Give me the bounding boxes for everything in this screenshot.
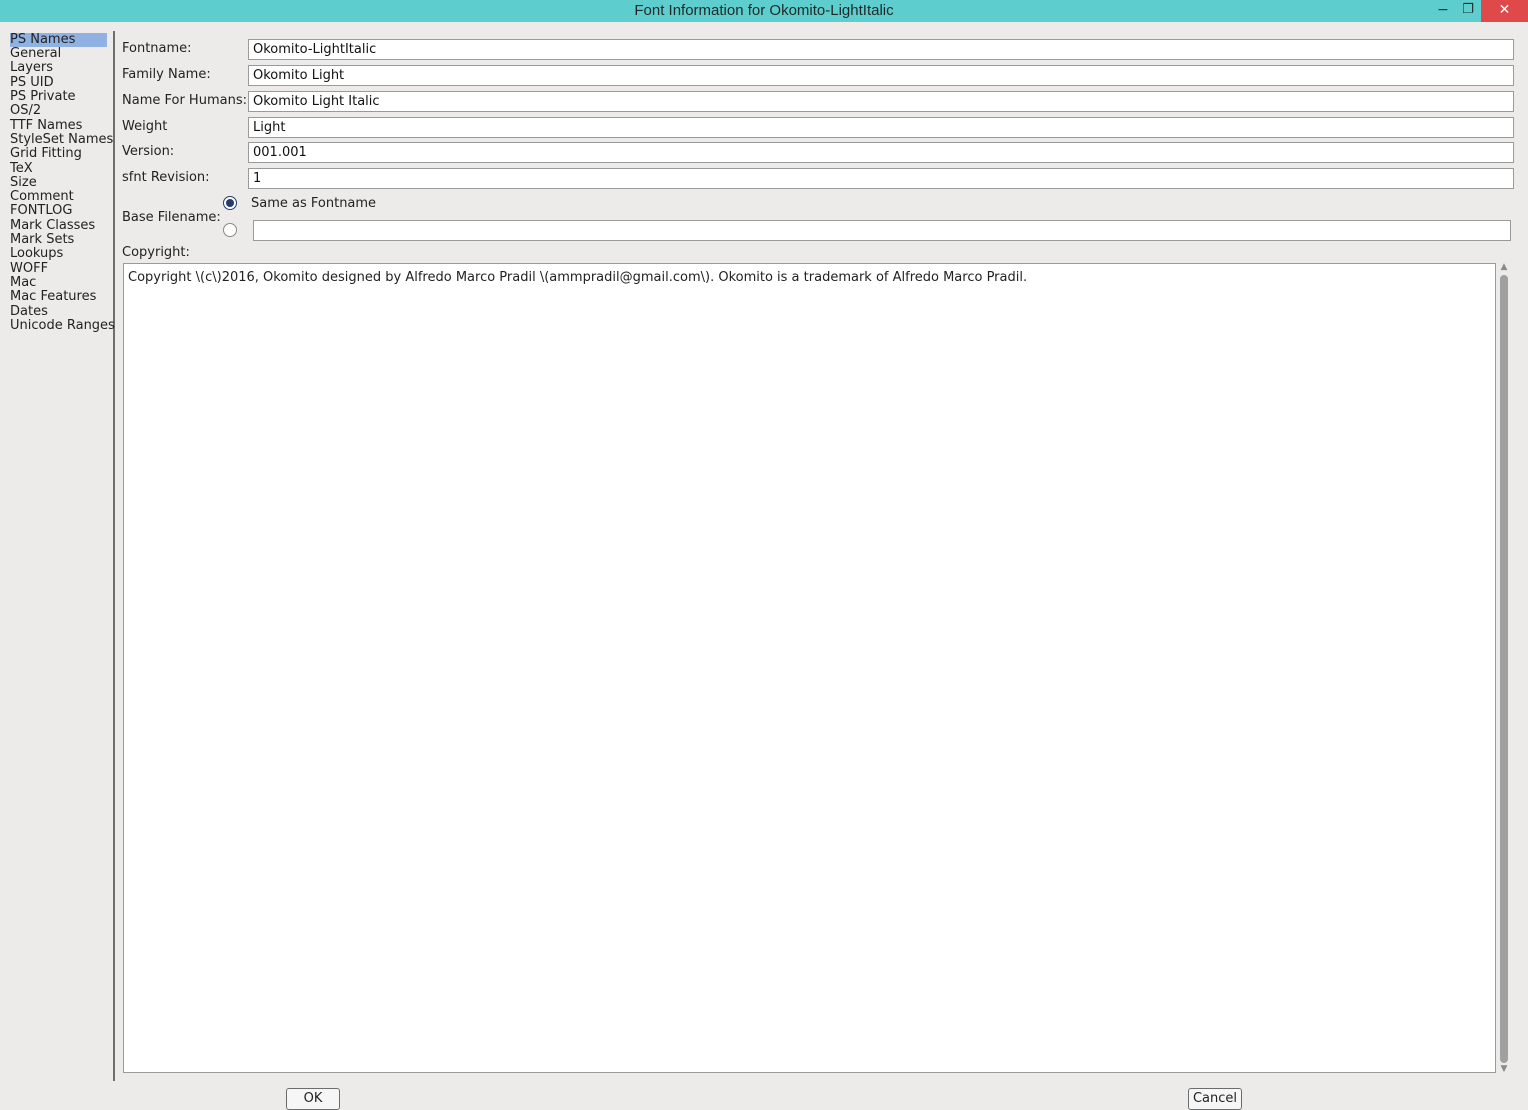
cancel-button[interactable]: Cancel bbox=[1188, 1088, 1242, 1110]
sidebar-item-styleset-names[interactable]: StyleSet Names bbox=[10, 133, 113, 147]
sidebar-item-comment[interactable]: Comment bbox=[10, 190, 107, 204]
sidebar-item-dates[interactable]: Dates bbox=[10, 305, 107, 319]
window-title: Font Information for Okomito-LightItalic bbox=[634, 2, 894, 19]
sidebar-item-lookups[interactable]: Lookups bbox=[10, 247, 107, 261]
fontname-field[interactable]: Okomito-LightItalic bbox=[248, 39, 1514, 60]
sidebar-item-mac-features[interactable]: Mac Features bbox=[10, 290, 107, 304]
sidebar-item-ps-private[interactable]: PS Private bbox=[10, 90, 107, 104]
weight-field[interactable]: Light bbox=[248, 117, 1514, 138]
base-same-as-fontname-radio[interactable] bbox=[223, 196, 237, 210]
base-filename-field[interactable] bbox=[253, 220, 1511, 241]
base-filename-label: Base Filename: bbox=[122, 210, 221, 225]
scroll-up-icon[interactable]: ▲ bbox=[1499, 263, 1509, 272]
scroll-thumb[interactable] bbox=[1500, 275, 1508, 1063]
base-custom-radio[interactable] bbox=[223, 223, 237, 237]
copyright-label: Copyright: bbox=[122, 245, 190, 260]
title-bar: Font Information for Okomito-LightItalic… bbox=[0, 0, 1528, 22]
sidebar-item-fontlog[interactable]: FONTLOG bbox=[10, 204, 107, 218]
sfnt-revision-field[interactable]: 1 bbox=[248, 168, 1514, 189]
family-name-label: Family Name: bbox=[122, 67, 211, 82]
name-for-humans-field[interactable]: Okomito Light Italic bbox=[248, 91, 1514, 112]
category-list: PS Names General Layers PS UID PS Privat… bbox=[0, 31, 115, 1081]
restore-icon[interactable]: ❐ bbox=[1455, 0, 1481, 22]
sidebar-item-general[interactable]: General bbox=[10, 47, 107, 61]
close-icon[interactable]: ✕ bbox=[1481, 0, 1528, 22]
ok-button[interactable]: OK bbox=[286, 1088, 340, 1110]
sidebar-item-mark-sets[interactable]: Mark Sets bbox=[10, 233, 107, 247]
fontname-label: Fontname: bbox=[122, 41, 192, 56]
sidebar-item-tex[interactable]: TeX bbox=[10, 162, 107, 176]
sidebar-item-mac[interactable]: Mac bbox=[10, 276, 107, 290]
weight-label: Weight bbox=[122, 119, 168, 134]
family-name-field[interactable]: Okomito Light bbox=[248, 65, 1514, 86]
sidebar-item-grid-fitting[interactable]: Grid Fitting bbox=[10, 147, 107, 161]
sidebar-item-ps-names[interactable]: PS Names bbox=[10, 33, 107, 47]
scroll-down-icon[interactable]: ▼ bbox=[1499, 1065, 1509, 1074]
sidebar-item-os2[interactable]: OS/2 bbox=[10, 104, 107, 118]
sidebar-item-ps-uid[interactable]: PS UID bbox=[10, 76, 107, 90]
minimize-icon[interactable]: − bbox=[1430, 0, 1456, 22]
base-same-as-fontname-label[interactable]: Same as Fontname bbox=[251, 196, 376, 211]
copyright-scrollbar[interactable]: ▲ ▼ bbox=[1497, 263, 1511, 1074]
sidebar-item-ttf-names[interactable]: TTF Names bbox=[10, 119, 107, 133]
sidebar-item-woff[interactable]: WOFF bbox=[10, 262, 107, 276]
sidebar-item-layers[interactable]: Layers bbox=[10, 61, 107, 75]
version-label: Version: bbox=[122, 144, 175, 159]
sidebar-item-size[interactable]: Size bbox=[10, 176, 107, 190]
name-for-humans-label: Name For Humans: bbox=[122, 93, 247, 108]
copyright-text: Copyright \(c\)2016, Okomito designed by… bbox=[128, 270, 1028, 285]
version-field[interactable]: 001.001 bbox=[248, 142, 1514, 163]
sidebar-item-unicode-ranges[interactable]: Unicode Ranges bbox=[10, 319, 115, 333]
sfnt-revision-label: sfnt Revision: bbox=[122, 170, 210, 185]
sidebar-item-mark-classes[interactable]: Mark Classes bbox=[10, 219, 107, 233]
copyright-textarea[interactable]: Copyright \(c\)2016, Okomito designed by… bbox=[123, 263, 1496, 1073]
